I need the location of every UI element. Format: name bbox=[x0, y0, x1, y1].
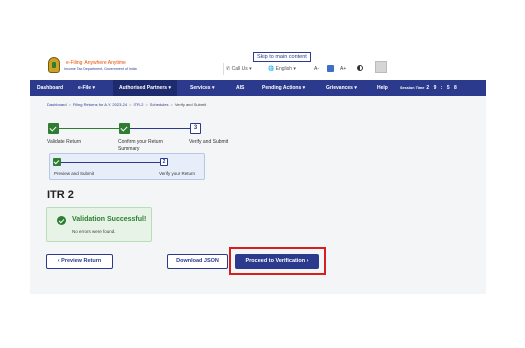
success-check-icon bbox=[57, 216, 66, 225]
avatar[interactable] bbox=[375, 61, 387, 73]
substep-1-check-icon bbox=[53, 158, 61, 166]
step-1-label: Validate Return bbox=[47, 139, 82, 145]
logo-title-text: e-Filing bbox=[66, 60, 83, 66]
font-normal-button[interactable] bbox=[327, 65, 334, 72]
logo-title[interactable]: e-Filing Anywhere Anytime bbox=[64, 56, 126, 66]
main-nav: Dashboard e-File ▾ Authorised Partners ▾… bbox=[30, 80, 486, 96]
substep-2-label: Verify your Return bbox=[159, 171, 196, 176]
breadcrumb-schedules[interactable]: Schedules bbox=[150, 102, 169, 107]
substep-connector bbox=[61, 162, 160, 163]
nav-help[interactable]: Help bbox=[377, 80, 388, 96]
emblem-icon bbox=[48, 57, 60, 73]
header-divider bbox=[223, 63, 224, 75]
session-label: Session Time bbox=[400, 86, 425, 90]
step-connector bbox=[130, 128, 190, 129]
nav-dashboard[interactable]: Dashboard bbox=[37, 80, 63, 96]
preview-return-button[interactable]: ‹ Preview Return bbox=[46, 254, 113, 269]
step-1-check-icon bbox=[48, 123, 59, 134]
breadcrumb-sep: > bbox=[170, 102, 173, 107]
nav-grievances[interactable]: Grievances ▾ bbox=[326, 80, 357, 96]
nav-grievances-label: Grievances bbox=[326, 85, 353, 91]
logo-tagline: Anywhere Anytime bbox=[84, 60, 126, 66]
breadcrumb-dashboard[interactable]: Dashboard bbox=[47, 102, 67, 107]
nav-pending-actions[interactable]: Pending Actions ▾ bbox=[262, 80, 305, 96]
step-2-check-icon bbox=[119, 123, 130, 134]
font-decrease-button[interactable]: A- bbox=[314, 66, 319, 72]
breadcrumb-sep: > bbox=[145, 102, 148, 107]
breadcrumb-itr2[interactable]: ITR-2 bbox=[133, 102, 143, 107]
validation-message: No errors were found. bbox=[72, 229, 116, 234]
nav-pending-actions-label: Pending Actions bbox=[262, 85, 302, 91]
site-header: e-Filing Anywhere Anytime Income Tax Depa… bbox=[30, 52, 486, 80]
call-us-link[interactable]: ✆ Call Us ▾ bbox=[226, 66, 252, 72]
skip-to-main-link[interactable]: Skip to main content bbox=[253, 52, 311, 62]
nav-authorised-partners-label: Authorised Partners bbox=[119, 85, 168, 91]
nav-ais[interactable]: AIS bbox=[236, 80, 244, 96]
step-2-label: Confirm your Return Summary bbox=[118, 139, 164, 152]
validation-title: Validation Successful! bbox=[72, 216, 147, 223]
session-value: 2 9 : 5 8 bbox=[426, 85, 459, 91]
language-select[interactable]: 🌐 English ▾ bbox=[268, 66, 296, 72]
logo-subtitle: Income Tax Department, Government of Ind… bbox=[64, 67, 137, 71]
breadcrumb-sep: > bbox=[129, 102, 132, 107]
page-title: ITR 2 bbox=[47, 189, 74, 201]
call-us-label: Call Us bbox=[231, 66, 248, 72]
nav-efile[interactable]: e-File ▾ bbox=[78, 80, 95, 96]
substep-1-label: Preview and Submit bbox=[54, 171, 95, 176]
breadcrumb-current: Verify and Submit bbox=[174, 102, 207, 107]
validation-success-alert: Validation Successful! No errors were fo… bbox=[46, 207, 152, 242]
download-json-button[interactable]: Download JSON bbox=[167, 254, 228, 269]
breadcrumb-sep: > bbox=[68, 102, 71, 107]
substep-2-number: 2 bbox=[160, 158, 168, 166]
step-3-label: Verify and Submit bbox=[189, 139, 229, 145]
nav-services[interactable]: Services ▾ bbox=[190, 80, 214, 96]
highlight-box bbox=[229, 247, 326, 275]
preview-return-label: Preview Return bbox=[61, 258, 102, 264]
font-increase-button[interactable]: A+ bbox=[340, 66, 346, 72]
breadcrumb: Dashboard > Filing Returns for A.Y. 2023-2… bbox=[47, 102, 206, 107]
contrast-icon[interactable] bbox=[357, 65, 363, 71]
nav-services-label: Services bbox=[190, 85, 211, 91]
breadcrumb-filing-returns[interactable]: Filing Returns for A.Y. 2023-24 bbox=[73, 102, 127, 107]
step-connector bbox=[59, 128, 119, 129]
step-3-number: 3 bbox=[190, 123, 201, 134]
language-label: English bbox=[275, 66, 293, 72]
session-timer: Session Time 2 9 : 5 8 bbox=[400, 80, 458, 96]
nav-efile-label: e-File bbox=[78, 85, 92, 91]
substep-panel: 2 Preview and Submit Verify your Return bbox=[49, 153, 205, 180]
nav-authorised-partners[interactable]: Authorised Partners ▾ bbox=[113, 80, 177, 96]
